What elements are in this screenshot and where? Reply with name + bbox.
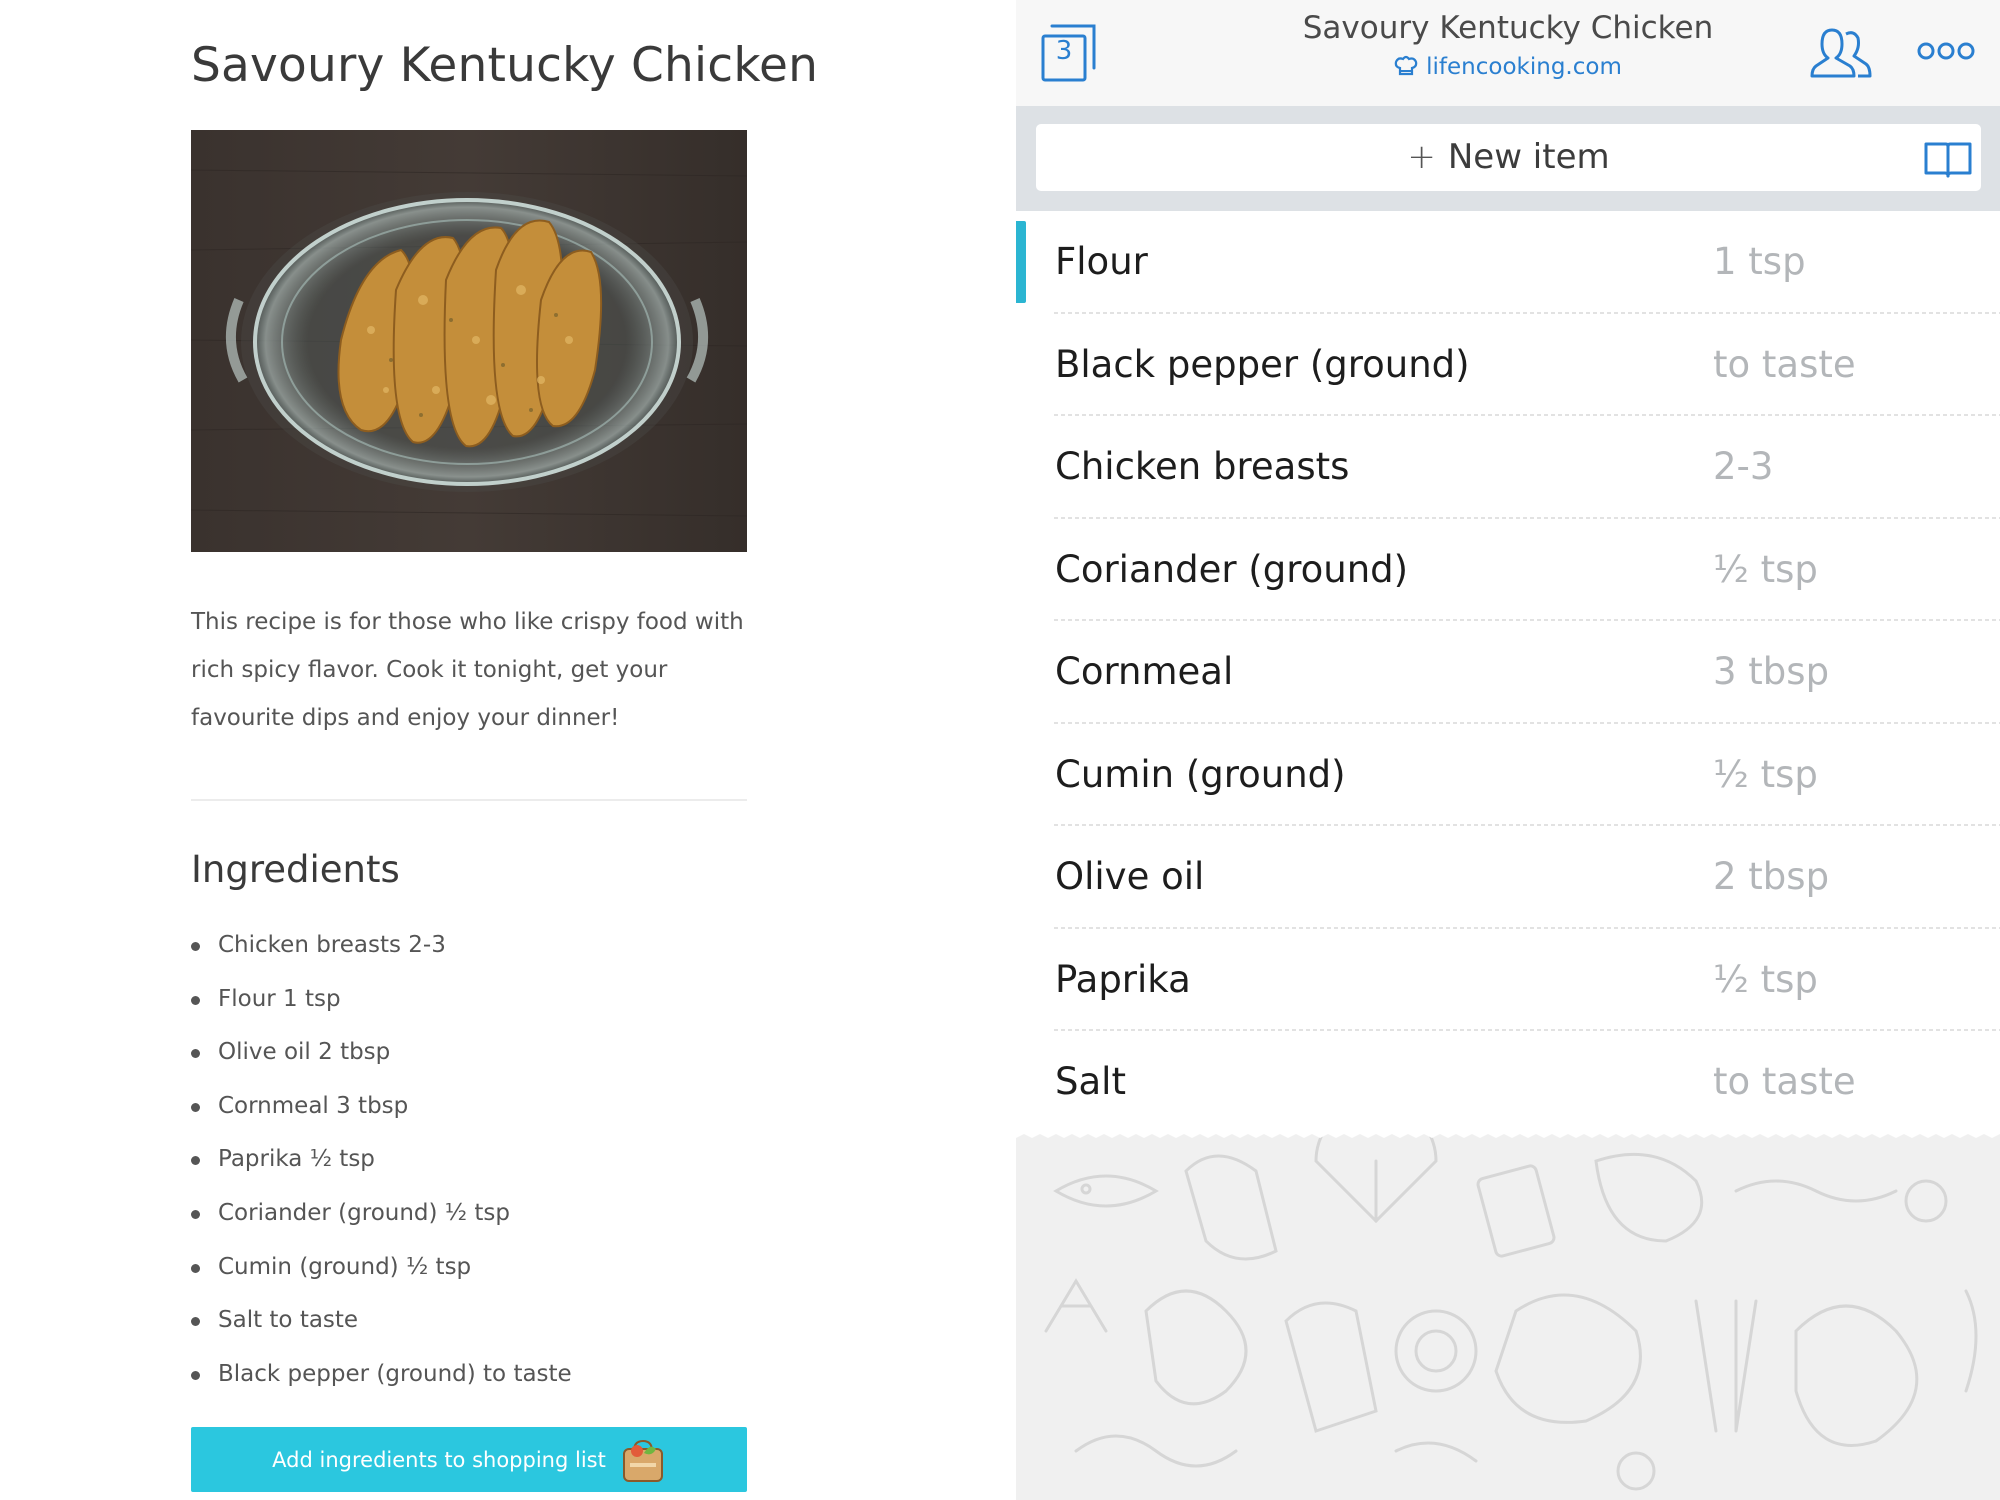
item-quantity: to taste bbox=[1713, 1060, 1856, 1103]
item-name: Chicken breasts bbox=[1055, 445, 1350, 488]
torn-paper-edge bbox=[1016, 1131, 2000, 1138]
recipe-description: This recipe is for those who like crispy… bbox=[191, 609, 744, 731]
item-quantity: 2 tbsp bbox=[1713, 855, 1830, 898]
ingredient-item: Black pepper (ground) to taste bbox=[191, 1348, 572, 1402]
bullet-icon bbox=[191, 1102, 200, 1112]
item-name: Paprika bbox=[1055, 957, 1191, 1001]
item-name: Cornmeal bbox=[1055, 650, 1234, 693]
toolbar: + New item bbox=[1016, 106, 2000, 211]
item-name: Olive oil bbox=[1055, 855, 1205, 898]
ingredient-item: Salt to taste bbox=[191, 1294, 572, 1348]
ingredient-item: Chicken breasts 2-3 bbox=[191, 919, 572, 973]
recipe-page: Savoury Kentucky Chicken This recipe is … bbox=[0, 0, 1016, 1500]
list-item[interactable]: Black pepper (ground) to taste bbox=[1016, 314, 2000, 416]
share-users-icon[interactable] bbox=[1810, 26, 1872, 82]
app-header: 3 Savoury Kentucky Chicken lifencooking.… bbox=[1016, 0, 2000, 106]
item-quantity: 1 tsp bbox=[1713, 240, 1806, 283]
list-item[interactable]: Flour 1 tsp bbox=[1016, 211, 2000, 314]
item-name: Coriander (ground) bbox=[1055, 547, 1409, 591]
ingredient-item: Olive oil 2 tbsp bbox=[191, 1026, 572, 1080]
divider bbox=[191, 799, 747, 801]
bullet-icon bbox=[191, 1156, 200, 1166]
chef-hat-icon bbox=[1394, 55, 1418, 77]
book-icon[interactable] bbox=[1924, 140, 1972, 178]
list-item[interactable]: Paprika ½ tsp bbox=[1016, 929, 2000, 1031]
shopping-list-app: 3 Savoury Kentucky Chicken lifencooking.… bbox=[1016, 0, 2000, 1500]
item-quantity: ½ tsp bbox=[1713, 957, 1818, 1001]
source-domain: lifencooking.com bbox=[1426, 54, 1622, 80]
ingredients-heading: Ingredients bbox=[191, 848, 400, 891]
list-item[interactable]: Cumin (ground) ½ tsp bbox=[1016, 724, 2000, 826]
bullet-icon bbox=[191, 1209, 200, 1219]
list-item[interactable]: Cornmeal 3 tbsp bbox=[1016, 621, 2000, 724]
shopping-bag-icon bbox=[620, 1437, 666, 1483]
list-item[interactable]: Salt to taste bbox=[1016, 1031, 2000, 1134]
bullet-icon bbox=[191, 995, 200, 1005]
bullet-icon bbox=[191, 1049, 200, 1059]
ingredients-list: Chicken breasts 2-3 Flour 1 tsp Olive oi… bbox=[191, 919, 572, 1401]
item-name: Flour bbox=[1055, 240, 1148, 283]
item-quantity: ½ tsp bbox=[1713, 547, 1818, 591]
more-options-icon[interactable] bbox=[1916, 40, 1976, 62]
new-item-button[interactable]: + New item bbox=[1036, 124, 1981, 191]
add-button-label: Add ingredients to shopping list bbox=[272, 1447, 606, 1472]
list-item[interactable]: Chicken breasts 2-3 bbox=[1016, 416, 2000, 519]
active-item-indicator bbox=[1016, 221, 1026, 303]
ingredient-item: Cumin (ground) ½ tsp bbox=[191, 1241, 572, 1295]
item-quantity: 2-3 bbox=[1713, 445, 1774, 488]
ingredient-item: Flour 1 tsp bbox=[191, 973, 572, 1027]
ingredient-item: Paprika ½ tsp bbox=[191, 1133, 572, 1187]
item-quantity: ½ tsp bbox=[1713, 752, 1818, 796]
add-to-shopping-list-button[interactable]: Add ingredients to shopping list bbox=[191, 1427, 747, 1492]
bullet-icon bbox=[191, 942, 200, 951]
bullet-icon bbox=[191, 1370, 200, 1380]
chicken-bowl-image bbox=[191, 130, 747, 552]
item-quantity: to taste bbox=[1713, 342, 1856, 386]
list-item[interactable]: Olive oil 2 tbsp bbox=[1016, 826, 2000, 929]
bullet-icon bbox=[191, 1263, 200, 1273]
plus-icon: + bbox=[1407, 137, 1436, 177]
recipe-photo bbox=[191, 130, 747, 552]
shopping-items-list: Flour 1 tsp Black pepper (ground) to tas… bbox=[1016, 211, 2000, 1131]
item-name: Salt bbox=[1055, 1060, 1126, 1103]
doodle-pattern bbox=[1044, 1131, 1978, 1491]
item-quantity: 3 tbsp bbox=[1713, 650, 1830, 693]
recipe-title: Savoury Kentucky Chicken bbox=[191, 38, 819, 93]
item-name: Black pepper (ground) bbox=[1055, 342, 1470, 386]
item-name: Cumin (ground) bbox=[1055, 752, 1346, 796]
list-item[interactable]: Coriander (ground) ½ tsp bbox=[1016, 519, 2000, 621]
bullet-icon bbox=[191, 1317, 200, 1327]
ingredient-item: Cornmeal 3 tbsp bbox=[191, 1080, 572, 1134]
new-item-label: New item bbox=[1447, 137, 1610, 177]
ingredient-item: Coriander (ground) ½ tsp bbox=[191, 1187, 572, 1241]
food-doodle-background bbox=[1016, 1131, 2000, 1500]
